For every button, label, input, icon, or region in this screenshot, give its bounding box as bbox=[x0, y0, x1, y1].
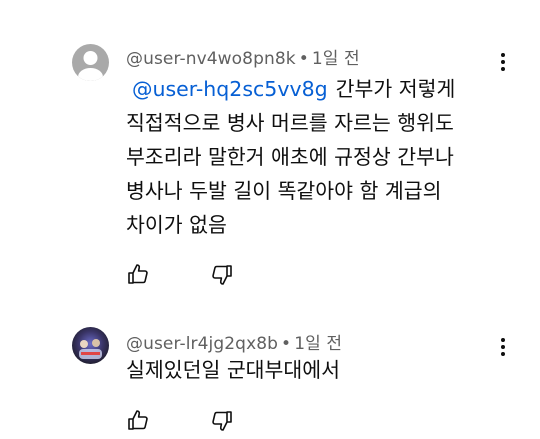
thumbs-up-icon bbox=[128, 410, 148, 430]
comment-text: 실제있던일 군대부대에서 bbox=[126, 353, 496, 387]
avatar[interactable] bbox=[72, 327, 109, 364]
thumbs-down-icon bbox=[212, 411, 232, 431]
comment-time[interactable]: 1일 전 bbox=[294, 334, 342, 354]
dislike-button[interactable] bbox=[210, 409, 236, 435]
more-vert-icon[interactable] bbox=[493, 334, 513, 360]
photo-avatar-icon bbox=[72, 327, 109, 364]
comment-meta: @user-lr4jg2qx8b • 1일 전 bbox=[126, 329, 342, 354]
author-name[interactable]: @user-lr4jg2qx8b bbox=[126, 334, 278, 354]
comment-line: 실제있던일 군대부대에서 bbox=[126, 358, 340, 382]
like-button[interactable] bbox=[126, 408, 152, 434]
separator-dot: • bbox=[281, 334, 292, 354]
comment-2: @user-lr4jg2qx8b • 1일 전 실제있던일 군대부대에서 bbox=[0, 0, 540, 439]
